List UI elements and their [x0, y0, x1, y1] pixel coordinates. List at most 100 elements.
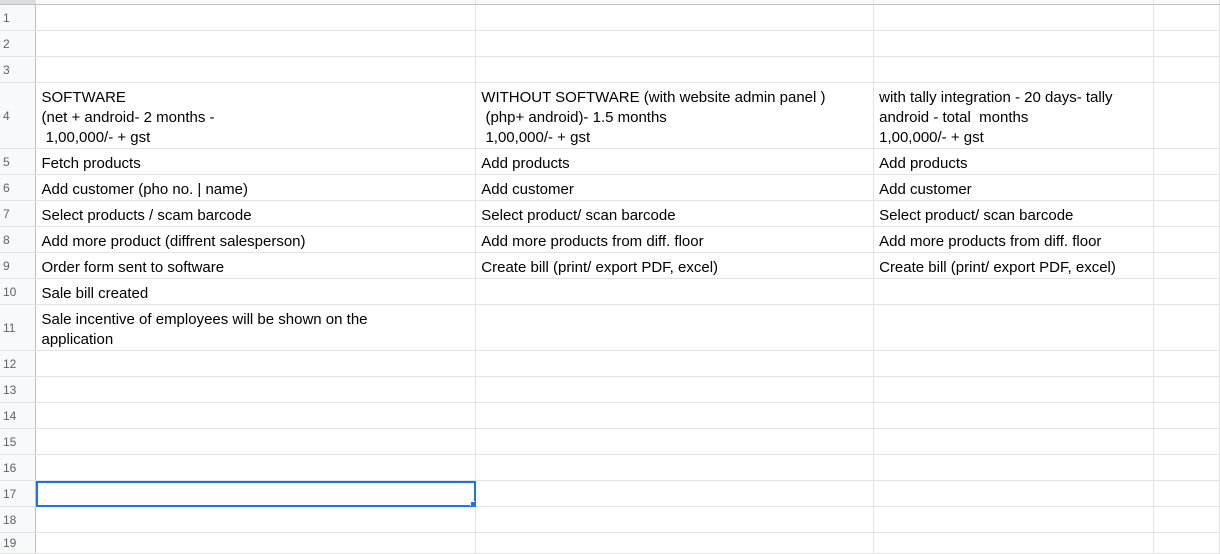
row-header[interactable]: 12 — [0, 350, 37, 377]
sheet-cell[interactable] — [1153, 304, 1220, 351]
row-header[interactable]: 5 — [0, 148, 37, 175]
row-header[interactable]: 17 — [0, 480, 37, 507]
spreadsheet: 1 2 3 4 SOFTWARE (net + android- 2 months - … — [0, 0, 1220, 554]
sheet-cell[interactable]: Add more products from diff. floor — [475, 226, 875, 253]
sheet-cell[interactable]: Add products — [475, 148, 875, 175]
sheet-cell[interactable]: Order form sent to software — [35, 252, 477, 279]
sheet-cell[interactable]: Create bill (print/ export PDF, excel) — [475, 252, 875, 279]
sheet-cell[interactable]: Sale incentive of employees will be show… — [35, 304, 477, 351]
sheet-cell[interactable]: Create bill (print/ export PDF, excel) — [873, 252, 1154, 279]
sheet-cell[interactable] — [475, 304, 875, 351]
row-header[interactable]: 15 — [0, 428, 37, 455]
row-header[interactable]: 1 — [0, 4, 37, 31]
sheet-cell[interactable] — [873, 350, 1154, 377]
row-header[interactable]: 2 — [0, 30, 37, 57]
sheet-cell[interactable] — [873, 278, 1154, 305]
selected-cell[interactable] — [35, 480, 477, 507]
sheet-cell[interactable] — [1153, 56, 1220, 83]
row-header[interactable]: 9 — [0, 252, 37, 279]
sheet-cell[interactable]: Sale bill created — [35, 278, 477, 305]
row-header[interactable]: 14 — [0, 402, 37, 429]
sheet-cell[interactable]: Fetch products — [35, 148, 477, 175]
sheet-cell[interactable] — [35, 30, 477, 57]
sheet-cell[interactable] — [873, 304, 1154, 351]
sheet-cell[interactable]: Add products — [873, 148, 1154, 175]
sheet-cell[interactable] — [1153, 376, 1220, 403]
row-header[interactable]: 6 — [0, 174, 37, 201]
row-header[interactable]: 10 — [0, 278, 37, 305]
sheet-cell[interactable] — [1153, 428, 1220, 455]
sheet-cell[interactable] — [475, 532, 875, 554]
sheet-cell[interactable] — [35, 4, 477, 31]
sheet-cell[interactable]: WITHOUT SOFTWARE (with website admin pan… — [475, 82, 875, 149]
sheet-cell[interactable] — [475, 480, 875, 507]
sheet-cell[interactable] — [873, 454, 1154, 481]
sheet-cell[interactable]: Add customer (pho no. | name) — [35, 174, 477, 201]
sheet-cell[interactable] — [873, 480, 1154, 507]
sheet-cell[interactable] — [1153, 480, 1220, 507]
table-row: 14 — [0, 402, 1220, 429]
sheet-cell[interactable] — [35, 454, 477, 481]
sheet-cell[interactable] — [873, 376, 1154, 403]
sheet-cell[interactable] — [1153, 252, 1220, 279]
sheet-cell[interactable] — [475, 454, 875, 481]
sheet-cell[interactable] — [1153, 532, 1220, 554]
sheet-cell[interactable] — [475, 30, 875, 57]
sheet-cell[interactable] — [873, 4, 1154, 31]
sheet-cell[interactable] — [873, 532, 1154, 554]
row-header[interactable]: 4 — [0, 82, 37, 149]
sheet-cell[interactable] — [1153, 226, 1220, 253]
sheet-cell[interactable] — [1153, 82, 1220, 149]
sheet-cell[interactable]: Select products / scam barcode — [35, 200, 477, 227]
sheet-cell[interactable] — [873, 506, 1154, 533]
sheet-cell[interactable]: Add more products from diff. floor — [873, 226, 1154, 253]
sheet-cell[interactable] — [475, 4, 875, 31]
sheet-cell[interactable]: Add more product (diffrent salesperson) — [35, 226, 477, 253]
table-row: 12 — [0, 350, 1220, 377]
sheet-cell[interactable] — [475, 278, 875, 305]
sheet-cell[interactable] — [1153, 506, 1220, 533]
sheet-cell[interactable] — [35, 402, 477, 429]
row-header[interactable]: 3 — [0, 56, 37, 83]
sheet-cell[interactable] — [1153, 30, 1220, 57]
sheet-cell[interactable]: with tally integration - 20 days- tally … — [873, 82, 1154, 149]
sheet-cell[interactable] — [475, 402, 875, 429]
sheet-cell[interactable] — [873, 402, 1154, 429]
sheet-cell[interactable] — [475, 428, 875, 455]
sheet-cell[interactable] — [1153, 200, 1220, 227]
sheet-cell[interactable] — [1153, 350, 1220, 377]
sheet-cell[interactable] — [1153, 278, 1220, 305]
sheet-cell[interactable] — [1153, 402, 1220, 429]
sheet-cell[interactable] — [475, 376, 875, 403]
row-header[interactable]: 18 — [0, 506, 37, 533]
sheet-cell[interactable] — [35, 56, 477, 83]
fill-handle[interactable] — [470, 501, 475, 506]
sheet-cell[interactable] — [873, 428, 1154, 455]
sheet-cell[interactable] — [475, 350, 875, 377]
row-header[interactable]: 16 — [0, 454, 37, 481]
row-header[interactable]: 11 — [0, 304, 37, 351]
row-header[interactable]: 13 — [0, 376, 37, 403]
sheet-cell[interactable] — [873, 56, 1154, 83]
sheet-cell[interactable]: Add customer — [873, 174, 1154, 201]
sheet-cell[interactable] — [35, 532, 477, 554]
sheet-cell[interactable] — [1153, 4, 1220, 31]
sheet-cell[interactable] — [1153, 454, 1220, 481]
sheet-cell[interactable] — [35, 350, 477, 377]
sheet-cell[interactable]: Add customer — [475, 174, 875, 201]
sheet-cell[interactable] — [35, 428, 477, 455]
sheet-cell[interactable]: Select product/ scan barcode — [873, 200, 1154, 227]
sheet-cell[interactable] — [35, 376, 477, 403]
sheet-cell[interactable] — [475, 56, 875, 83]
sheet-cell[interactable] — [475, 506, 875, 533]
row-header[interactable]: 7 — [0, 200, 37, 227]
row-header[interactable]: 8 — [0, 226, 37, 253]
sheet-cell[interactable] — [1153, 174, 1220, 201]
sheet-cell[interactable] — [35, 506, 477, 533]
table-row: 10 Sale bill created — [0, 278, 1220, 305]
row-header[interactable]: 19 — [0, 532, 37, 554]
sheet-cell[interactable] — [873, 30, 1154, 57]
sheet-cell[interactable]: SOFTWARE (net + android- 2 months - 1,00… — [35, 82, 477, 149]
sheet-cell[interactable] — [1153, 148, 1220, 175]
sheet-cell[interactable]: Select product/ scan barcode — [475, 200, 875, 227]
